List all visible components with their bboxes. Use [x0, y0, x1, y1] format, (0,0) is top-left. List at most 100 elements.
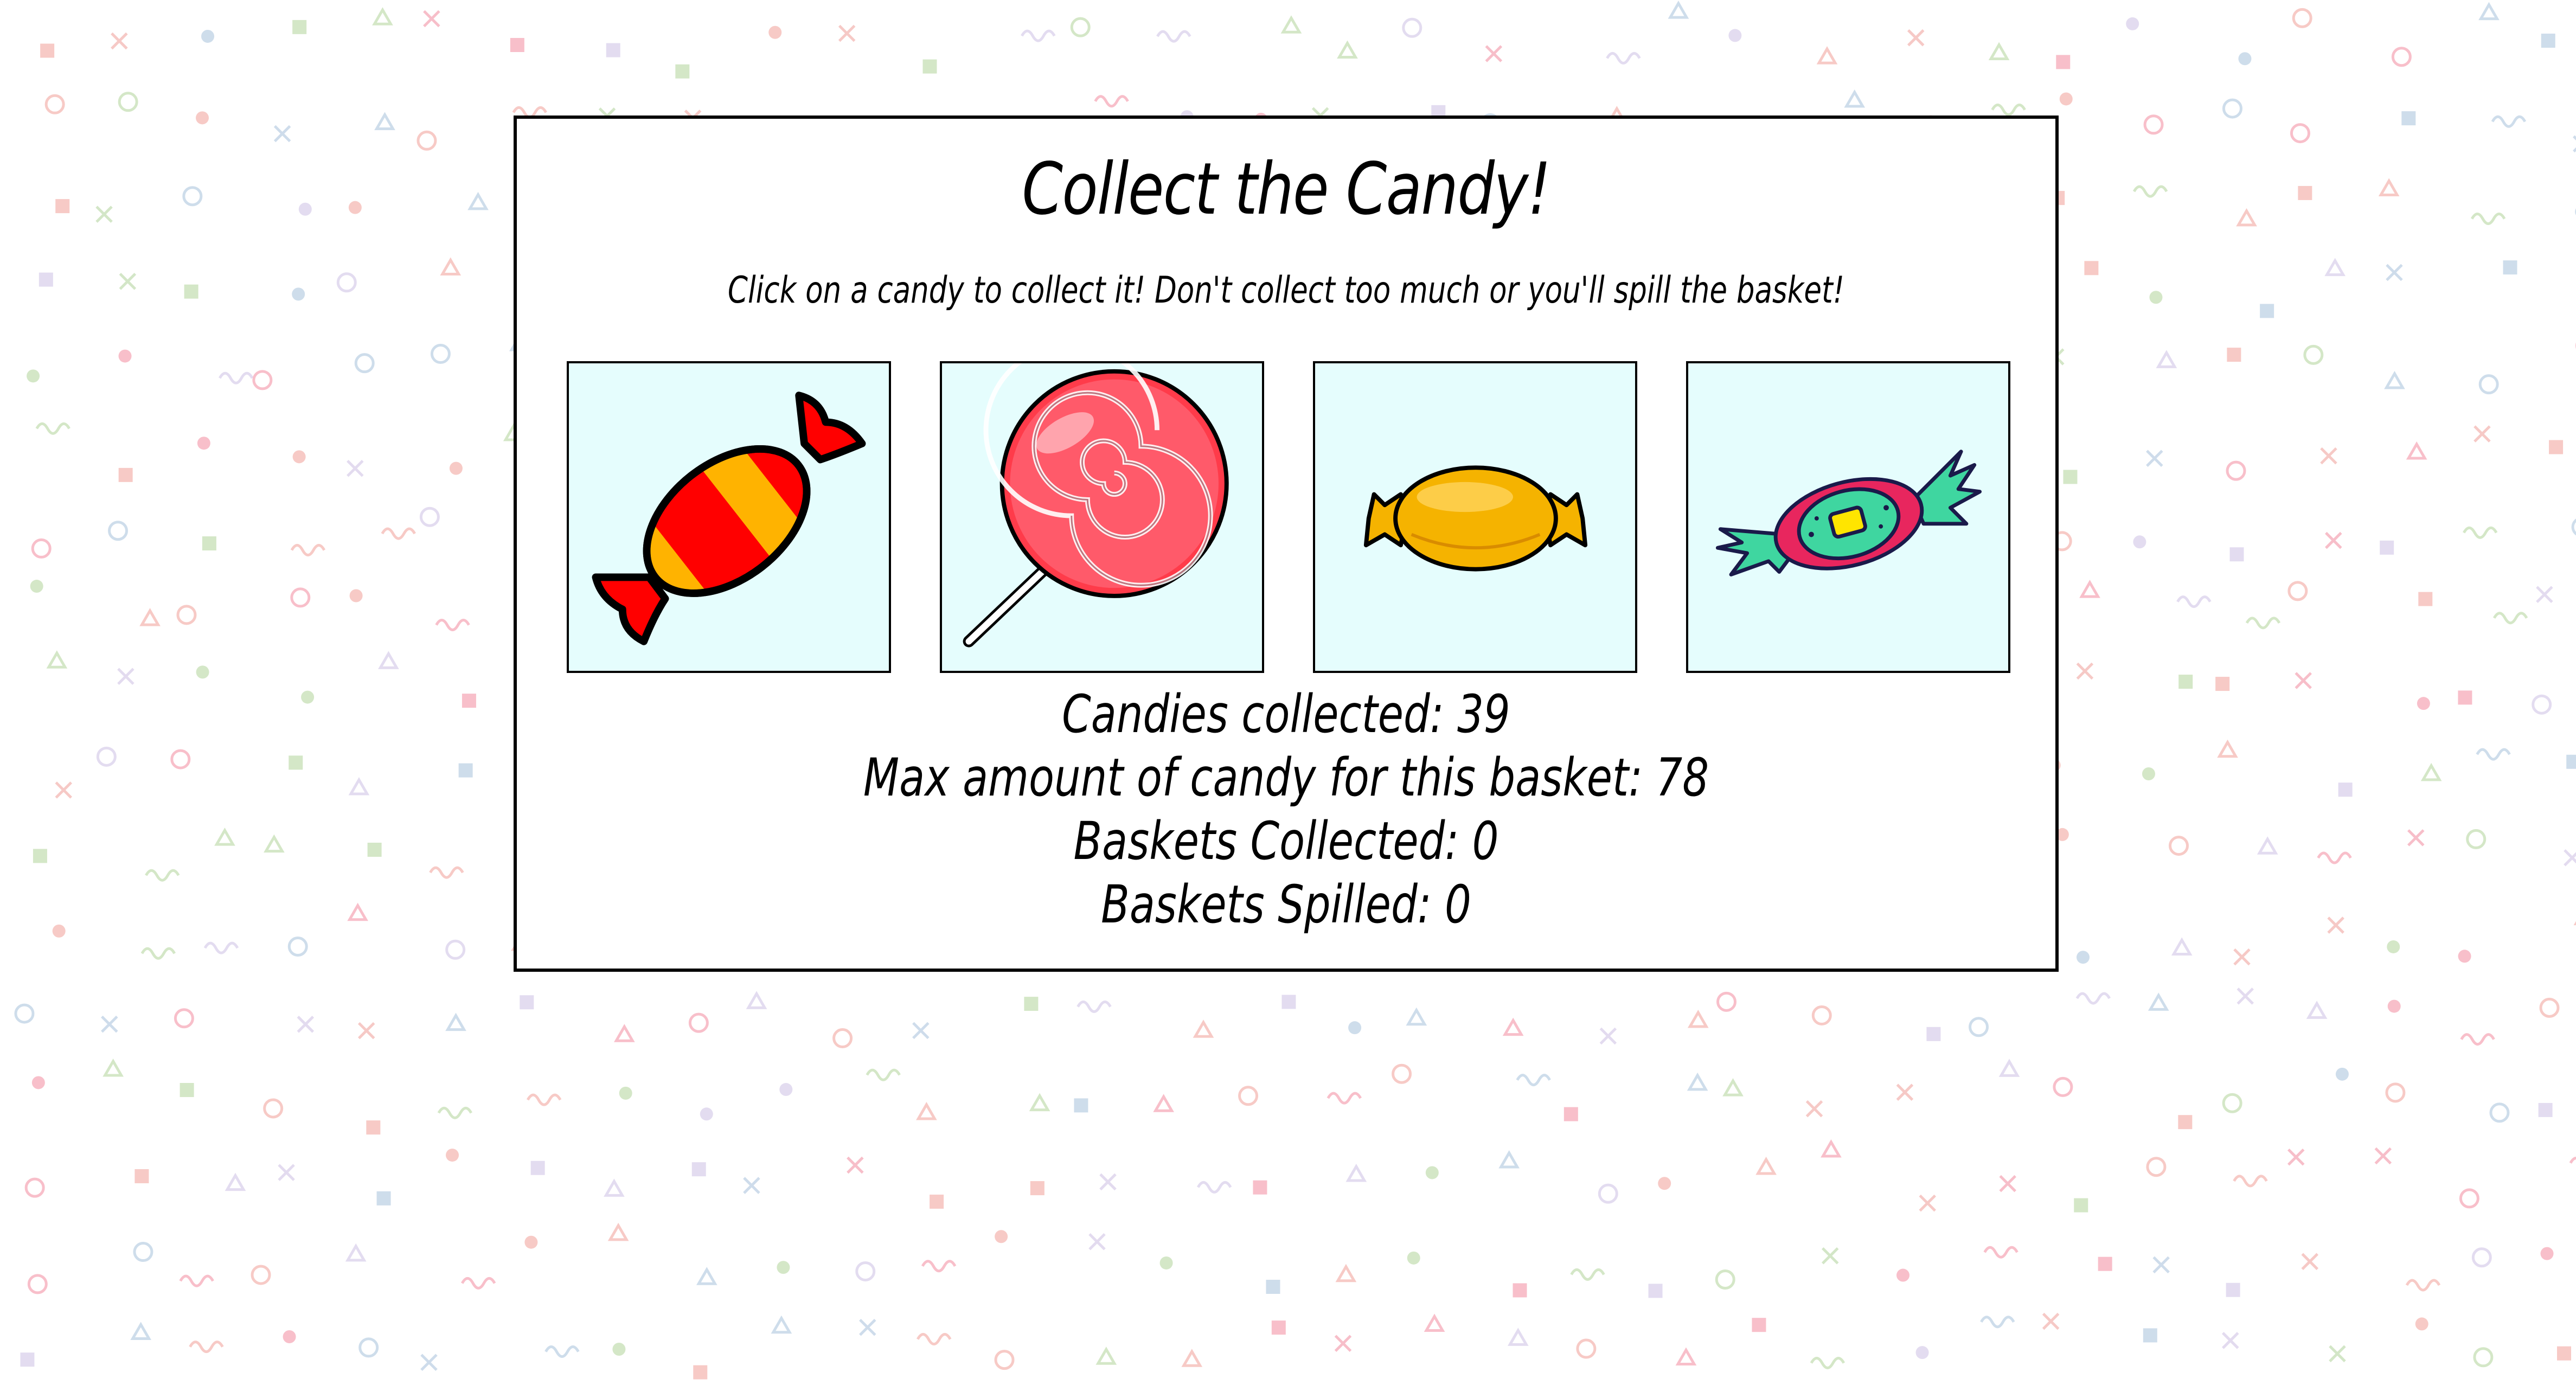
confetti-shape — [2538, 1102, 2553, 1117]
confetti-shape — [1402, 17, 1422, 38]
confetti-shape — [2042, 1312, 2060, 1330]
confetti-shape — [2149, 291, 2163, 304]
confetti-shape — [458, 763, 473, 778]
confetti-shape — [2076, 662, 2094, 680]
confetti-shape — [612, 1343, 626, 1356]
confetti-shape — [2324, 258, 2346, 277]
confetti-shape — [2098, 1256, 2112, 1271]
confetti-shape — [14, 1003, 35, 1024]
confetti-shape — [2076, 951, 2090, 964]
confetti-shape — [2385, 1082, 2406, 1103]
confetti-shape — [1094, 95, 1129, 108]
candy-button-green-wrapped[interactable] — [1686, 361, 2010, 673]
candy-button-striped-wrapped[interactable] — [567, 361, 891, 673]
confetti-shape — [292, 20, 307, 34]
confetti-shape — [52, 924, 66, 938]
confetti-shape — [2557, 1346, 2572, 1361]
candy-button-lollipop[interactable] — [940, 361, 1264, 673]
confetti-shape — [1196, 1181, 1232, 1194]
confetti-shape — [437, 1106, 473, 1119]
confetti-shape — [1024, 997, 1039, 1011]
confetti-shape — [693, 1365, 708, 1380]
confetti-shape — [2317, 851, 2352, 864]
confetti-shape — [619, 1086, 632, 1100]
confetti-shape — [2233, 948, 2251, 966]
confetti-shape — [462, 694, 476, 708]
confetti-shape — [2320, 447, 2337, 465]
confetti-shape — [202, 536, 216, 551]
confetti-shape — [130, 1322, 152, 1341]
confetti-shape — [445, 939, 466, 960]
confetti-shape — [2549, 440, 2564, 454]
confetti-shape — [203, 941, 239, 954]
confetti-shape — [2222, 1093, 2242, 1113]
confetti-shape — [117, 668, 134, 685]
confetti-shape — [2466, 829, 2487, 849]
confetti-shape — [1516, 1074, 1551, 1087]
confetti-shape — [2473, 1347, 2494, 1368]
confetti-shape — [2176, 595, 2212, 608]
confetti-shape — [2569, 1157, 2576, 1164]
confetti-shape — [201, 29, 215, 43]
confetti-shape — [298, 202, 312, 216]
confetti-shape — [1896, 1083, 1914, 1101]
confetti-shape — [2142, 767, 2155, 781]
confetti-shape — [613, 1024, 635, 1042]
confetti-shape — [348, 201, 362, 214]
confetti-shape — [1099, 1173, 1117, 1191]
confetti-shape — [1570, 1268, 1605, 1281]
confetti-shape — [1502, 1017, 1524, 1036]
confetti-shape — [526, 1093, 562, 1106]
confetti-shape — [218, 371, 254, 384]
confetti-shape — [1675, 1347, 1697, 1365]
confetti-shape — [1576, 1338, 1597, 1359]
confetti-shape — [118, 467, 133, 482]
confetti-shape — [289, 755, 303, 770]
confetti-shape — [2295, 672, 2312, 689]
confetti-shape — [2384, 371, 2405, 389]
confetti-shape — [2290, 123, 2310, 144]
confetti-shape — [347, 902, 368, 921]
butterscotch-icon — [1363, 465, 1588, 572]
confetti-shape — [1253, 1180, 1267, 1195]
confetti-shape — [2458, 950, 2471, 963]
confetti-shape — [2171, 937, 2193, 956]
confetti-shape — [2236, 208, 2257, 227]
confetti-shape — [345, 1243, 367, 1262]
confetti-shape — [2217, 739, 2238, 758]
confetti-shape — [1821, 1139, 1842, 1158]
confetti-shape — [1335, 1264, 1357, 1283]
candy-grid — [567, 361, 2010, 673]
confetti-shape — [544, 1345, 580, 1358]
confetti-shape — [2215, 677, 2230, 691]
confetti-shape — [1606, 52, 1641, 65]
candy-button-butterscotch[interactable] — [1313, 361, 1637, 673]
game-stats: Candies collected: 39 Max amount of cand… — [517, 683, 2055, 937]
confetti-shape — [2287, 581, 2308, 601]
confetti-shape — [2238, 52, 2252, 66]
confetti-shape — [2329, 1345, 2346, 1363]
confetti-shape — [1811, 1005, 1832, 1025]
confetti-shape — [2470, 213, 2506, 225]
confetti-shape — [855, 1261, 876, 1281]
baskets-collected-text: Baskets Collected: 0 — [1073, 811, 1499, 871]
confetti-shape — [1485, 45, 1503, 62]
game-instructions: Click on a candy to collect it! Don't co… — [727, 269, 1845, 312]
confetti-shape — [1598, 1183, 1618, 1204]
confetti-shape — [252, 370, 273, 390]
confetti-shape — [1021, 29, 1056, 42]
confetti-shape — [1153, 1094, 1174, 1112]
confetti-shape — [2233, 1175, 2268, 1188]
confetti-shape — [2260, 304, 2274, 318]
confetti-shape — [336, 272, 357, 293]
max-candy-text: Max amount of candy for this basket: 78 — [863, 747, 1709, 808]
confetti-shape — [917, 1333, 952, 1345]
confetti-shape — [1715, 1269, 1735, 1290]
confetti-shape — [2405, 1279, 2441, 1292]
confetti-shape — [1988, 42, 2010, 61]
candies-collected-text: Candies collected: 39 — [1062, 684, 1510, 745]
confetti-shape — [2303, 344, 2324, 365]
confetti-shape — [170, 749, 191, 770]
confetti-shape — [2564, 849, 2576, 867]
confetti-shape — [24, 1177, 45, 1198]
